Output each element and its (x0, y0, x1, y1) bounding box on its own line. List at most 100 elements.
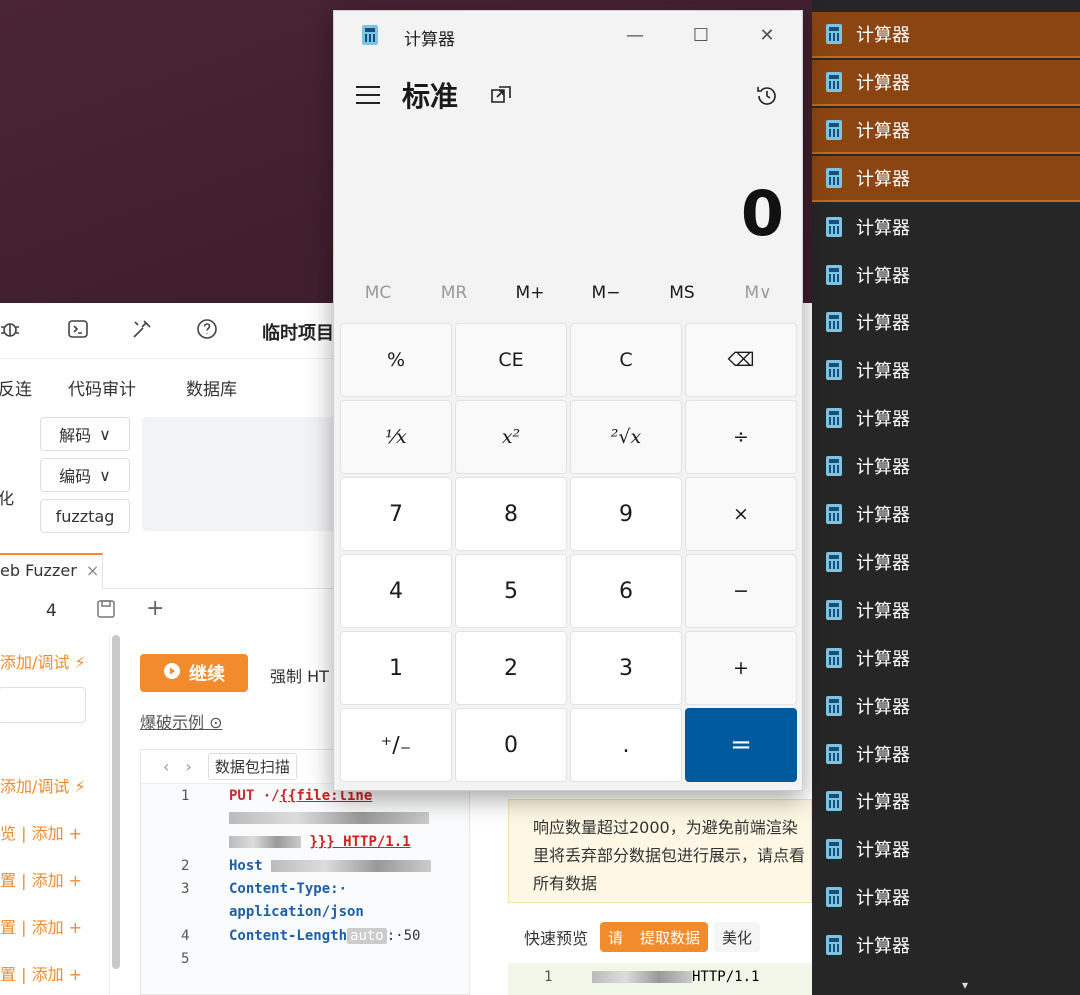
backspace-button[interactable]: ⌫ (685, 323, 797, 397)
digit-4-button[interactable]: 4 (340, 554, 452, 628)
clear-entry-button[interactable]: CE (455, 323, 567, 397)
taskbar-window-item[interactable]: 计算器 (812, 635, 1080, 681)
memory-list-button[interactable]: M∨ (720, 283, 796, 313)
taskbar-window-label: 计算器 (856, 120, 910, 142)
decode-button[interactable]: 解码 ∨ (40, 417, 130, 451)
taskbar-window-item[interactable]: 计算器 (812, 778, 1080, 824)
maximize-button[interactable]: ☐ (676, 17, 726, 53)
memory-store-button[interactable]: MS (644, 283, 720, 313)
tools-icon[interactable] (128, 315, 156, 343)
digit-5-button[interactable]: 5 (455, 554, 567, 628)
taskbar-window-item[interactable]: 计算器 (812, 922, 1080, 968)
taskbar-window-item[interactable]: 计算器 (812, 155, 1080, 202)
digit-3-button[interactable]: 3 (570, 631, 682, 705)
tab-web-fuzzer[interactable]: eb Fuzzer × (0, 553, 103, 589)
side-label: 化 (0, 489, 15, 508)
taskbar-window-item[interactable]: 计算器 (812, 59, 1080, 106)
divide-button[interactable]: ÷ (685, 400, 797, 474)
equals-button[interactable]: = (685, 708, 797, 782)
decimal-button[interactable]: . (570, 708, 682, 782)
digit-9-button[interactable]: 9 (570, 477, 682, 551)
resp-line-number: 1 (544, 969, 553, 985)
fuzztag-button[interactable]: fuzztag (40, 499, 130, 533)
response-code[interactable]: 1 HTTP/1.1 (508, 963, 812, 995)
taskbar-window-item[interactable]: 计算器 (812, 683, 1080, 729)
close-icon[interactable]: × (86, 561, 99, 580)
history-icon[interactable] (752, 81, 782, 111)
save-icon[interactable] (96, 599, 116, 623)
taskbar-window-item[interactable]: 计算器 (812, 299, 1080, 345)
multiply-button[interactable]: × (685, 477, 797, 551)
square-root-button[interactable]: ²√x (570, 400, 682, 474)
digit-0-button[interactable]: 0 (455, 708, 567, 782)
packet-scan-button[interactable]: 数据包扫描 (207, 753, 297, 780)
menu-item-reverse[interactable]: 反连 (0, 375, 32, 400)
encode-button[interactable]: 编码 ∨ (40, 458, 130, 492)
taskbar-window-item[interactable]: 计算器 (812, 539, 1080, 585)
add-button[interactable]: + (685, 631, 797, 705)
left-item-debug-2[interactable]: 添加/调试 ⚡ (0, 773, 86, 797)
memory-clear-button[interactable]: MC (340, 283, 416, 313)
left-item-config-3[interactable]: 置 | 添加 + (0, 961, 82, 985)
taskbar-window-item[interactable]: 计算器 (812, 347, 1080, 393)
chevron-left-icon[interactable]: ‹ (163, 757, 169, 776)
menu-item-database[interactable]: 数据库 (186, 375, 237, 400)
taskbar-window-item[interactable]: 计算器 (812, 107, 1080, 154)
taskbar-window-item[interactable]: 计算器 (812, 491, 1080, 537)
left-input[interactable] (0, 687, 86, 723)
left-scrollbar[interactable] (112, 635, 120, 969)
menu-item-code-audit[interactable]: 代码审计 (68, 375, 136, 400)
taskbar-window-label: 计算器 (856, 168, 910, 190)
square-button[interactable]: x² (455, 400, 567, 474)
taskbar-window-label: 计算器 (856, 457, 910, 479)
calculator-icon (826, 312, 842, 333)
close-button[interactable]: ✕ (742, 17, 792, 53)
extract-data-button[interactable]: 提取数据 (632, 922, 709, 952)
help-icon[interactable] (193, 315, 221, 343)
taskbar-window-item[interactable]: 计算器 (812, 874, 1080, 920)
memory-subtract-button[interactable]: M− (568, 283, 644, 313)
example-link[interactable]: 爆破示例 ⊙ (140, 709, 223, 733)
taskbar-window-label: 计算器 (856, 217, 910, 239)
bug-icon[interactable] (0, 315, 24, 343)
taskbar-window-item[interactable]: 计算器 (812, 826, 1080, 872)
taskbar-window-item[interactable]: 计算器 (812, 587, 1080, 633)
taskbar-window-item[interactable]: 计算器 (812, 252, 1080, 298)
continue-button[interactable]: 继续 (140, 654, 248, 692)
reciprocal-button[interactable]: ⅟x (340, 400, 452, 474)
line-number: 4 (181, 928, 190, 944)
taskbar-window-item[interactable]: 计算器 (812, 12, 1080, 58)
force-https-label[interactable]: 强制 HT (270, 663, 329, 687)
clear-button[interactable]: C (570, 323, 682, 397)
code-area[interactable]: 1 PUT ·/{{file:line }}} HTTP/1.1 2 Host … (141, 784, 469, 994)
digit-6-button[interactable]: 6 (570, 554, 682, 628)
digit-7-button[interactable]: 7 (340, 477, 452, 551)
left-item-preview[interactable]: 览 | 添加 + (0, 820, 82, 844)
left-item-debug-1[interactable]: 添加/调试 ⚡ (0, 649, 86, 673)
code-line: Host (229, 858, 432, 874)
negate-button[interactable]: ⁺∕₋ (340, 708, 452, 782)
add-tab-button[interactable]: + (146, 596, 164, 621)
minimize-button[interactable]: — (610, 17, 660, 53)
taskbar-window-item[interactable]: 计算器 (812, 443, 1080, 489)
chevron-right-icon[interactable]: › (185, 757, 191, 776)
digit-8-button[interactable]: 8 (455, 477, 567, 551)
calculator-titlebar[interactable]: 计算器 — ☐ ✕ (334, 11, 802, 59)
digit-2-button[interactable]: 2 (455, 631, 567, 705)
hamburger-menu-icon[interactable] (356, 83, 380, 107)
taskbar-window-item[interactable]: 计算器 (812, 204, 1080, 250)
keep-on-top-icon[interactable] (488, 83, 514, 109)
taskbar-window-item[interactable]: 计算器 (812, 395, 1080, 441)
beautify-button[interactable]: 美化 (714, 922, 761, 952)
percent-button[interactable]: % (340, 323, 452, 397)
calculator-icon (826, 647, 842, 668)
terminal-icon[interactable] (64, 315, 92, 343)
memory-add-button[interactable]: M+ (492, 283, 568, 313)
digit-1-button[interactable]: 1 (340, 631, 452, 705)
left-item-config-2[interactable]: 置 | 添加 + (0, 914, 82, 938)
memory-recall-button[interactable]: MR (416, 283, 492, 313)
project-title[interactable]: 临时项目 (262, 319, 334, 345)
left-item-config-1[interactable]: 置 | 添加 + (0, 867, 82, 891)
subtract-button[interactable]: − (685, 554, 797, 628)
taskbar-window-item[interactable]: 计算器 (812, 731, 1080, 777)
